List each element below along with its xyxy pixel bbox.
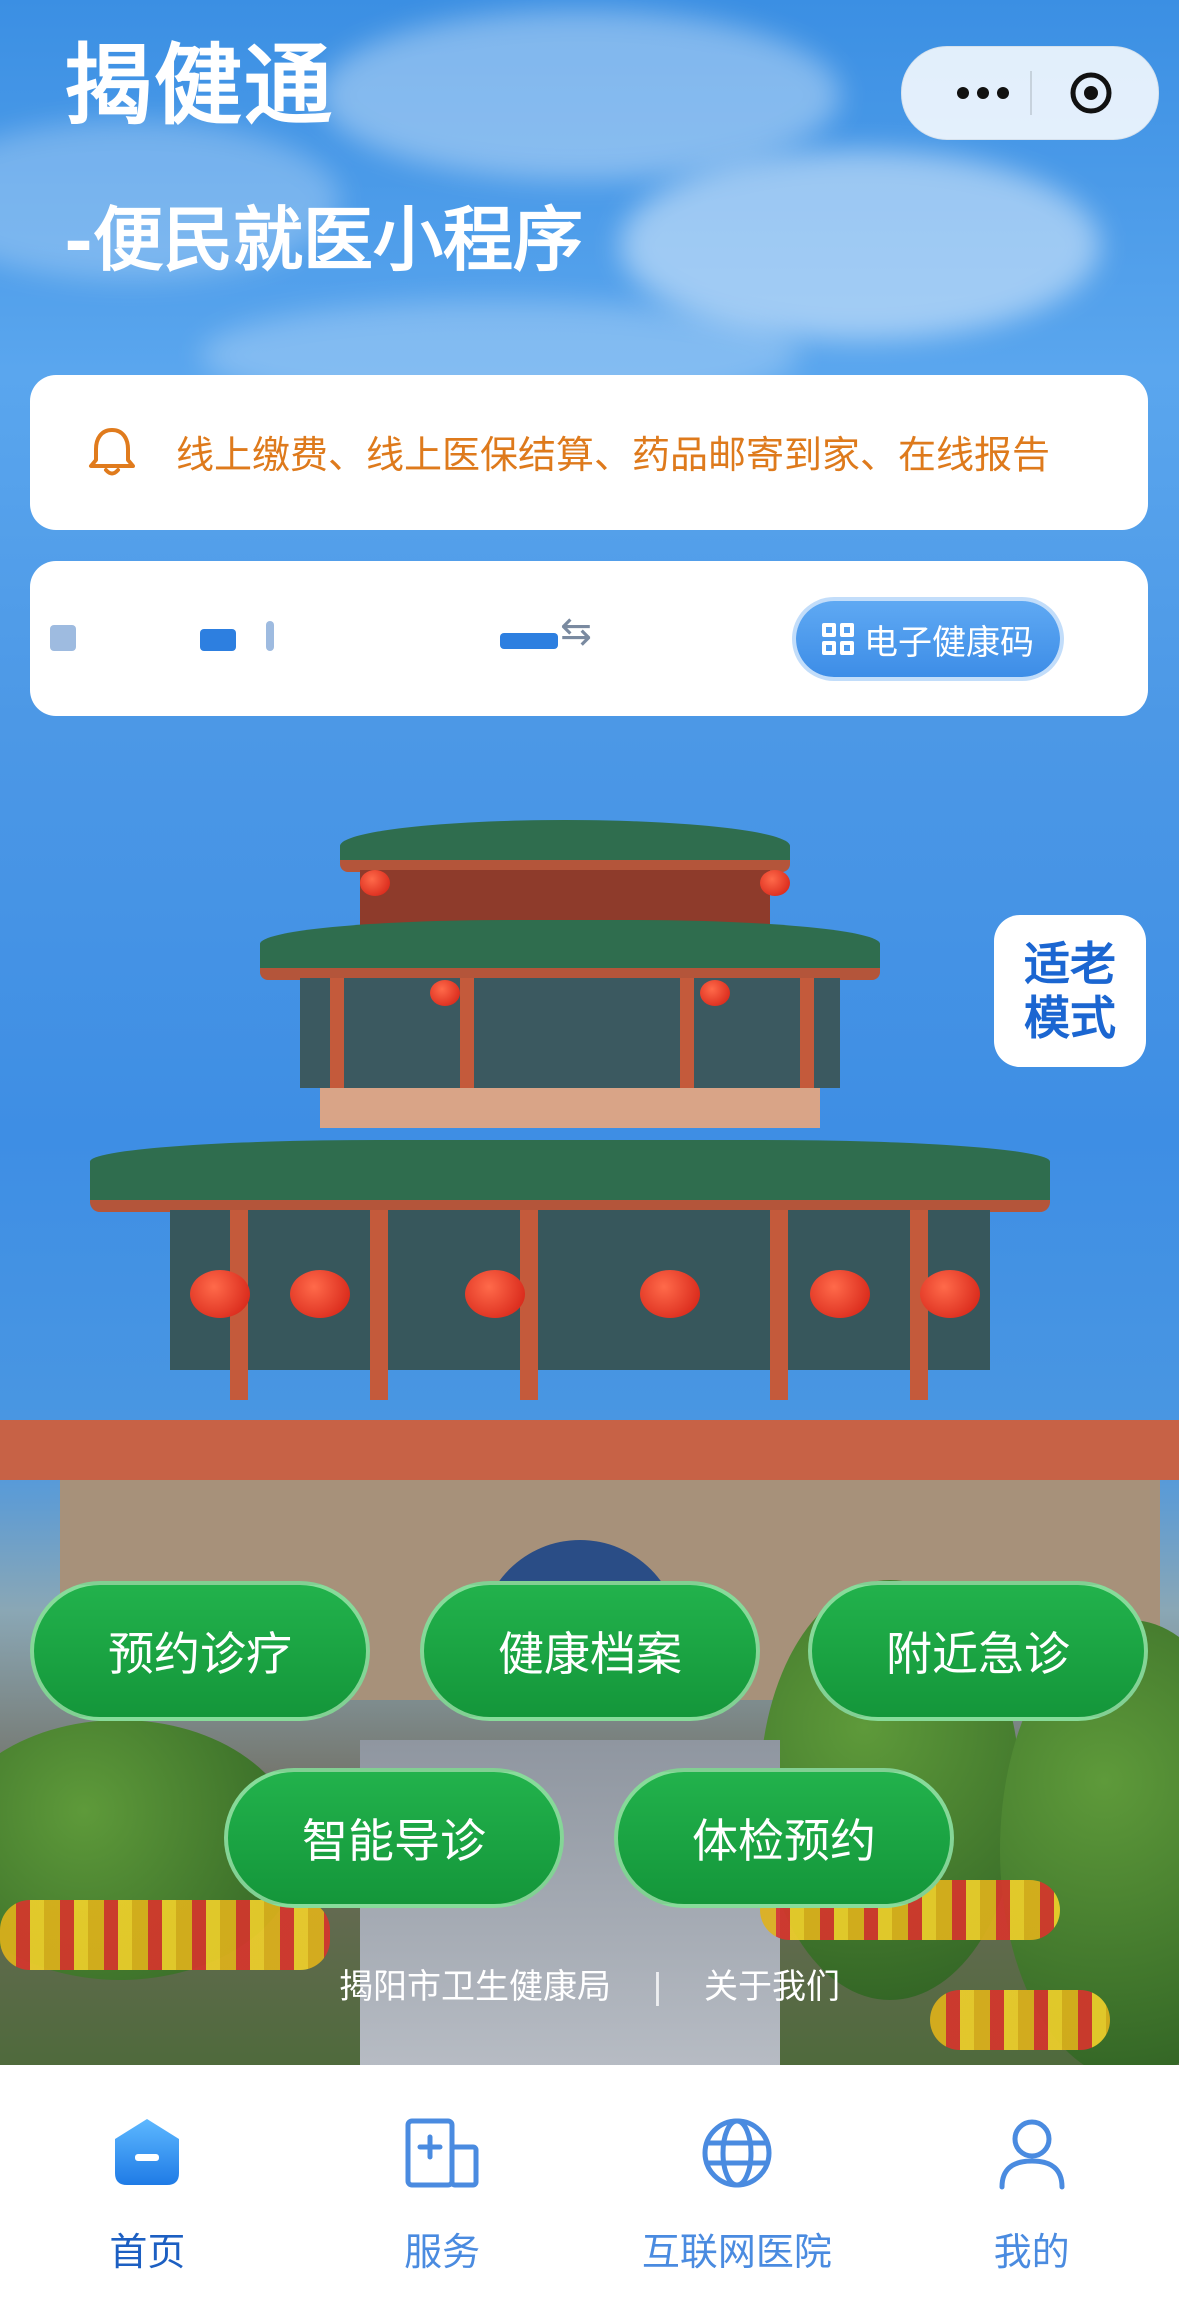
tab-home[interactable]: 首页 [0, 2065, 295, 2302]
capsule-divider [1030, 71, 1032, 115]
bottom-tabbar: 首页 服务 互联网医院 我的 [0, 2065, 1179, 2302]
elder-mode-button[interactable]: 适老 模式 [994, 915, 1146, 1067]
app-title: 揭健通 [64, 34, 335, 137]
health-code-label: 电子健康码 [864, 622, 1034, 663]
tab-home-label: 首页 [109, 2230, 186, 2274]
user-icon [999, 2119, 1065, 2190]
appointment-button[interactable]: 预约诊疗 [30, 1581, 370, 1721]
nearby-emergency-button[interactable]: 附近急诊 [808, 1581, 1148, 1721]
footer-divider: | [651, 1967, 664, 2007]
bell-icon [89, 428, 135, 476]
service-icon [405, 2118, 479, 2188]
about-link[interactable]: 关于我们 [704, 1967, 840, 2007]
tab-mine[interactable]: 我的 [884, 2065, 1179, 2302]
tab-mine-label: 我的 [993, 2230, 1070, 2274]
masked-user-info [50, 621, 610, 657]
org-link[interactable]: 揭阳市卫生健康局 [339, 1967, 611, 2007]
elder-mode-line1: 适老 [1024, 937, 1116, 991]
home-icon [115, 2119, 180, 2185]
switch-user-icon[interactable]: ⇆ [560, 609, 592, 653]
user-card: ⇆ 电子健康码 [30, 561, 1148, 716]
notice-text: 线上缴费、线上医保结算、药品邮寄到家、在线报告 [176, 433, 1051, 477]
tab-service[interactable]: 服务 [295, 2065, 590, 2302]
health-record-button[interactable]: 健康档案 [420, 1581, 760, 1721]
qrcode-icon [822, 623, 854, 655]
miniprogram-capsule [901, 46, 1159, 140]
smart-triage-button[interactable]: 智能导诊 [224, 1768, 564, 1908]
globe-icon [702, 2118, 772, 2188]
app-subtitle: -便民就医小程序 [64, 198, 584, 281]
more-dots-icon[interactable] [938, 71, 1028, 115]
elder-mode-line2: 模式 [1024, 991, 1116, 1045]
target-circle-icon[interactable] [1067, 69, 1115, 117]
tab-internet-hospital-label: 互联网医院 [641, 2230, 832, 2274]
tab-service-label: 服务 [404, 2230, 481, 2274]
health-code-button[interactable]: 电子健康码 [796, 601, 1060, 677]
footer-links: 揭阳市卫生健康局 | 关于我们 [0, 1962, 1179, 2012]
notice-banner[interactable]: 线上缴费、线上医保结算、药品邮寄到家、在线报告 [30, 375, 1148, 530]
tab-internet-hospital[interactable]: 互联网医院 [590, 2065, 885, 2302]
checkup-booking-button[interactable]: 体检预约 [614, 1768, 954, 1908]
